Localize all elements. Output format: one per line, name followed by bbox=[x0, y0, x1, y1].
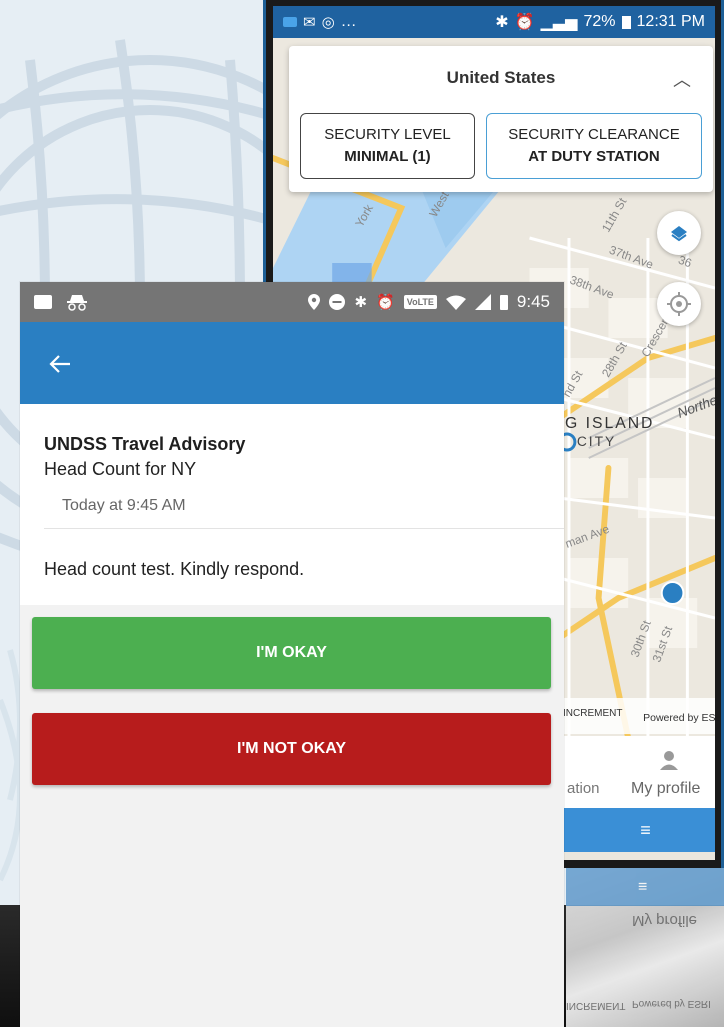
app-notification-icon bbox=[283, 17, 297, 27]
label-city: CITY bbox=[577, 433, 616, 449]
foreground-phone: ✱ ⏰ VoLTE 9:45 UNDSS Travel Advisory Hea… bbox=[20, 282, 564, 1027]
reflection: ≡ My profile Powered by ESRI INCREMENT bbox=[566, 868, 724, 1027]
back-bottom-tabs: ation My profile bbox=[563, 736, 715, 808]
battery-icon bbox=[499, 294, 508, 310]
incognito-icon bbox=[67, 295, 87, 311]
app-bar bbox=[20, 322, 564, 404]
profile-icon bbox=[660, 751, 678, 770]
security-clearance-label: SECURITY CLEARANCE bbox=[508, 126, 680, 143]
reflection-profile-text: My profile bbox=[632, 912, 698, 929]
chevron-up-icon[interactable]: ︿ bbox=[673, 66, 691, 92]
front-status-bar: ✱ ⏰ VoLTE 9:45 bbox=[20, 282, 564, 322]
reflection-increment-text: INCREMENT bbox=[566, 1000, 626, 1011]
increment-text: INCREMENT bbox=[563, 708, 623, 719]
back-menu-button[interactable]: ≡ bbox=[563, 808, 715, 852]
signal-icon: ▁▃▅ bbox=[540, 14, 578, 31]
alarm-icon: ⏰ bbox=[514, 14, 535, 31]
label-long-island: G ISLAND bbox=[565, 415, 654, 432]
battery-percent: 72% bbox=[583, 13, 616, 30]
security-level-label: SECURITY LEVEL bbox=[324, 126, 451, 143]
back-status-time: 12:31 PM bbox=[636, 13, 705, 30]
more-notifications-text: … bbox=[340, 13, 357, 30]
mail-icon: ✉ bbox=[303, 14, 316, 31]
message-title: UNDSS Travel Advisory bbox=[44, 434, 246, 454]
tab-my-profile[interactable]: My profile bbox=[631, 780, 700, 798]
message-subject: Head Count for NY bbox=[44, 459, 197, 479]
im-not-okay-button[interactable]: I'M NOT OKAY bbox=[32, 713, 551, 785]
im-okay-button[interactable]: I'M OKAY bbox=[32, 617, 551, 689]
reflection-powered-text: Powered by ESRI bbox=[632, 998, 711, 1009]
menu-icon: ≡ bbox=[640, 820, 651, 840]
security-card: United States ︿ SECURITY LEVEL MINIMAL (… bbox=[289, 46, 713, 192]
message-card: UNDSS Travel Advisory Head Count for NY … bbox=[20, 404, 564, 605]
security-clearance-box[interactable]: SECURITY CLEARANCE AT DUTY STATION bbox=[486, 113, 702, 179]
bluetooth-icon: ✱ bbox=[495, 14, 509, 31]
powered-by-esri: Powered by ESRI bbox=[643, 712, 715, 724]
message-divider bbox=[44, 528, 564, 529]
sync-icon: ◎ bbox=[321, 14, 335, 31]
bluetooth-icon: ✱ bbox=[354, 294, 368, 311]
country-name: United States bbox=[446, 68, 556, 87]
layers-icon bbox=[671, 226, 687, 242]
arrow-left-icon bbox=[49, 355, 70, 373]
reflection-menu-bar: ≡ bbox=[566, 868, 724, 906]
layers-button[interactable] bbox=[657, 211, 701, 255]
tab-location-partial[interactable]: ation bbox=[567, 780, 600, 797]
battery-icon bbox=[621, 15, 631, 29]
back-status-bar: ✉ ◎ … ✱ ⏰ ▁▃▅ 72% 12:31 PM bbox=[273, 6, 715, 38]
message-body: Head count test. Kindly respond. bbox=[44, 559, 305, 579]
do-not-disturb-icon bbox=[329, 294, 346, 310]
security-clearance-value: AT DUTY STATION bbox=[528, 148, 660, 165]
message-timestamp: Today at 9:45 AM bbox=[62, 497, 186, 514]
crosshair-icon bbox=[667, 292, 691, 316]
wifi-icon bbox=[445, 295, 466, 310]
front-status-time: 9:45 bbox=[516, 292, 550, 311]
cell-signal-icon bbox=[474, 294, 491, 310]
volte-badge: VoLTE bbox=[403, 295, 437, 309]
back-button[interactable] bbox=[40, 344, 80, 384]
security-level-value: MINIMAL (1) bbox=[344, 148, 431, 165]
map-attribution: INCREMENT Powered by ESRI bbox=[563, 698, 715, 734]
un-marker-icon bbox=[660, 581, 685, 605]
alarm-icon: ⏰ bbox=[376, 294, 395, 311]
security-level-box[interactable]: SECURITY LEVEL MINIMAL (1) bbox=[300, 113, 475, 179]
location-pin-icon bbox=[308, 294, 321, 310]
reflection-menu-icon: ≡ bbox=[638, 877, 648, 894]
outlook-icon bbox=[34, 295, 52, 309]
locate-button[interactable] bbox=[657, 282, 701, 326]
